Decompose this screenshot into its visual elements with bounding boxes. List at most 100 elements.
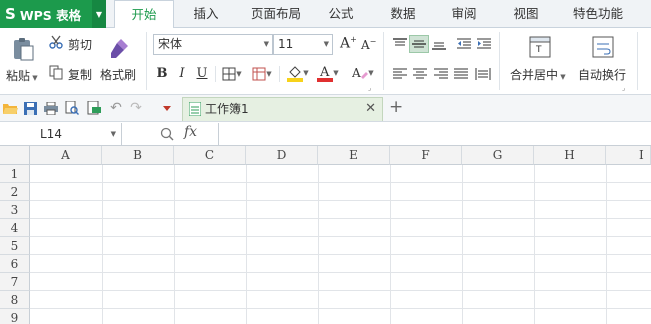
row-header-1[interactable]: 1	[0, 165, 30, 183]
formula-bar: L14 ▼ fx	[0, 122, 651, 146]
quick-access-bar: ↶ ↷ 工作簿1 ✕ +	[0, 95, 651, 122]
copy-icon[interactable]	[48, 64, 64, 80]
gridline	[30, 272, 651, 273]
column-header-d[interactable]: D	[246, 146, 318, 165]
wrap-text-button[interactable]: 自动换行	[578, 66, 626, 83]
gridline	[534, 165, 535, 324]
zoom-search-icon[interactable]	[158, 125, 176, 143]
formula-input[interactable]	[218, 123, 651, 145]
gridline	[390, 165, 391, 324]
new-tab-icon[interactable]: +	[389, 97, 403, 117]
gridline	[30, 290, 651, 291]
column-header-g[interactable]: G	[462, 146, 534, 165]
merge-center-button[interactable]: 合并居中 ▼	[510, 66, 566, 83]
justify-icon[interactable]	[452, 66, 470, 82]
merge-center-icon[interactable]: T	[527, 34, 553, 60]
divider	[279, 66, 280, 82]
distributed-align-icon[interactable]	[473, 66, 493, 82]
font-dialog-launcher-icon[interactable]: ⌟	[368, 84, 371, 92]
font-size-select[interactable]: 11 ▼	[273, 34, 333, 55]
align-left-icon[interactable]	[391, 66, 409, 82]
scissors-icon[interactable]	[48, 34, 64, 50]
app-menu-button[interactable]: S WPS 表格	[0, 0, 92, 28]
svg-text:A: A	[319, 65, 330, 80]
print-preview-icon[interactable]	[64, 100, 80, 116]
underline-icon[interactable]: U	[194, 64, 210, 82]
paste-button[interactable]: 粘贴 ▼	[6, 67, 38, 84]
copy-button[interactable]: 复制	[68, 66, 92, 83]
open-folder-icon[interactable]	[2, 100, 18, 116]
row-header-6[interactable]: 6	[0, 255, 30, 273]
gridline	[30, 308, 651, 309]
paste-icon[interactable]	[6, 34, 40, 64]
cell-style-icon[interactable]: ▼	[249, 65, 275, 83]
spreadsheet-grid: A B C D E F G H I 1 2 3 4 5 6 7 8 9	[0, 146, 651, 324]
app-menu-dropdown-icon[interactable]: ▼	[92, 0, 106, 28]
clear-format-icon[interactable]: A ▼	[350, 64, 376, 82]
merge-center-label: 合并居中	[510, 68, 559, 82]
row-header-4[interactable]: 4	[0, 219, 30, 237]
decrease-font-icon[interactable]: A−	[361, 37, 376, 52]
bold-icon[interactable]: B	[154, 64, 170, 82]
column-header-h[interactable]: H	[534, 146, 606, 165]
tab-special-features[interactable]: 特色功能	[562, 0, 634, 28]
font-name-select[interactable]: 宋体 ▼	[153, 34, 273, 55]
app-name: WPS 表格	[19, 7, 82, 23]
undo-icon[interactable]: ↶	[108, 100, 124, 116]
column-header-f[interactable]: F	[390, 146, 462, 165]
redo-icon[interactable]: ↷	[128, 100, 144, 116]
customize-toolbar-icon[interactable]	[160, 100, 174, 116]
format-painter-button[interactable]: 格式刷	[100, 66, 136, 83]
name-box[interactable]: L14 ▼	[0, 123, 122, 145]
align-top-icon[interactable]	[391, 36, 409, 52]
cut-button[interactable]: 剪切	[68, 36, 92, 53]
document-tab[interactable]: 工作簿1 ✕	[182, 97, 383, 121]
column-header-b[interactable]: B	[102, 146, 174, 165]
fill-color-icon[interactable]: ▼	[284, 63, 312, 83]
print-icon[interactable]	[43, 100, 59, 116]
tab-home[interactable]: 开始	[114, 0, 174, 29]
divider	[215, 66, 216, 82]
font-name-value: 宋体	[158, 37, 183, 51]
chevron-down-icon: ▼	[323, 40, 329, 48]
tab-view[interactable]: 视图	[503, 0, 549, 28]
menu-bar: S WPS 表格 ▼ 开始 插入 页面布局 公式 数据 审阅 视图 特色功能	[0, 0, 651, 29]
format-painter-icon[interactable]	[104, 34, 134, 62]
row-header-2[interactable]: 2	[0, 183, 30, 201]
select-all-corner[interactable]	[0, 146, 30, 165]
increase-font-icon[interactable]: A+	[340, 35, 357, 52]
align-center-icon[interactable]	[411, 66, 429, 82]
row-header-3[interactable]: 3	[0, 201, 30, 219]
column-header-i[interactable]: I	[606, 146, 651, 165]
gridline	[462, 165, 463, 324]
tab-review[interactable]: 审阅	[441, 0, 487, 28]
tab-formulas[interactable]: 公式	[318, 0, 364, 28]
italic-icon[interactable]: I	[174, 64, 190, 82]
align-right-icon[interactable]	[432, 66, 450, 82]
tab-insert[interactable]: 插入	[183, 0, 229, 28]
font-color-icon[interactable]: A ▼	[314, 63, 342, 83]
row-header-8[interactable]: 8	[0, 291, 30, 309]
alignment-dialog-launcher-icon[interactable]: ⌟	[622, 84, 625, 92]
borders-icon[interactable]: ▼	[220, 65, 244, 83]
column-header-a[interactable]: A	[30, 146, 102, 165]
tab-page-layout[interactable]: 页面布局	[240, 0, 312, 28]
column-header-c[interactable]: C	[174, 146, 246, 165]
row-header-5[interactable]: 5	[0, 237, 30, 255]
save-icon[interactable]	[22, 100, 38, 116]
align-bottom-icon[interactable]	[430, 36, 448, 52]
tab-data[interactable]: 数据	[380, 0, 426, 28]
decrease-indent-icon[interactable]	[455, 36, 473, 52]
align-middle-icon[interactable]	[409, 35, 429, 53]
row-header-9[interactable]: 9	[0, 309, 30, 324]
wrap-text-icon[interactable]	[590, 34, 616, 60]
chevron-down-icon: ▼	[263, 40, 269, 48]
divider	[637, 32, 638, 90]
row-header-7[interactable]: 7	[0, 273, 30, 291]
increase-indent-icon[interactable]	[475, 36, 493, 52]
column-header-e[interactable]: E	[318, 146, 390, 165]
gridline	[246, 165, 247, 324]
insert-function-icon[interactable]: fx	[184, 124, 197, 140]
close-icon[interactable]: ✕	[365, 98, 376, 120]
export-pdf-icon[interactable]	[86, 100, 102, 116]
